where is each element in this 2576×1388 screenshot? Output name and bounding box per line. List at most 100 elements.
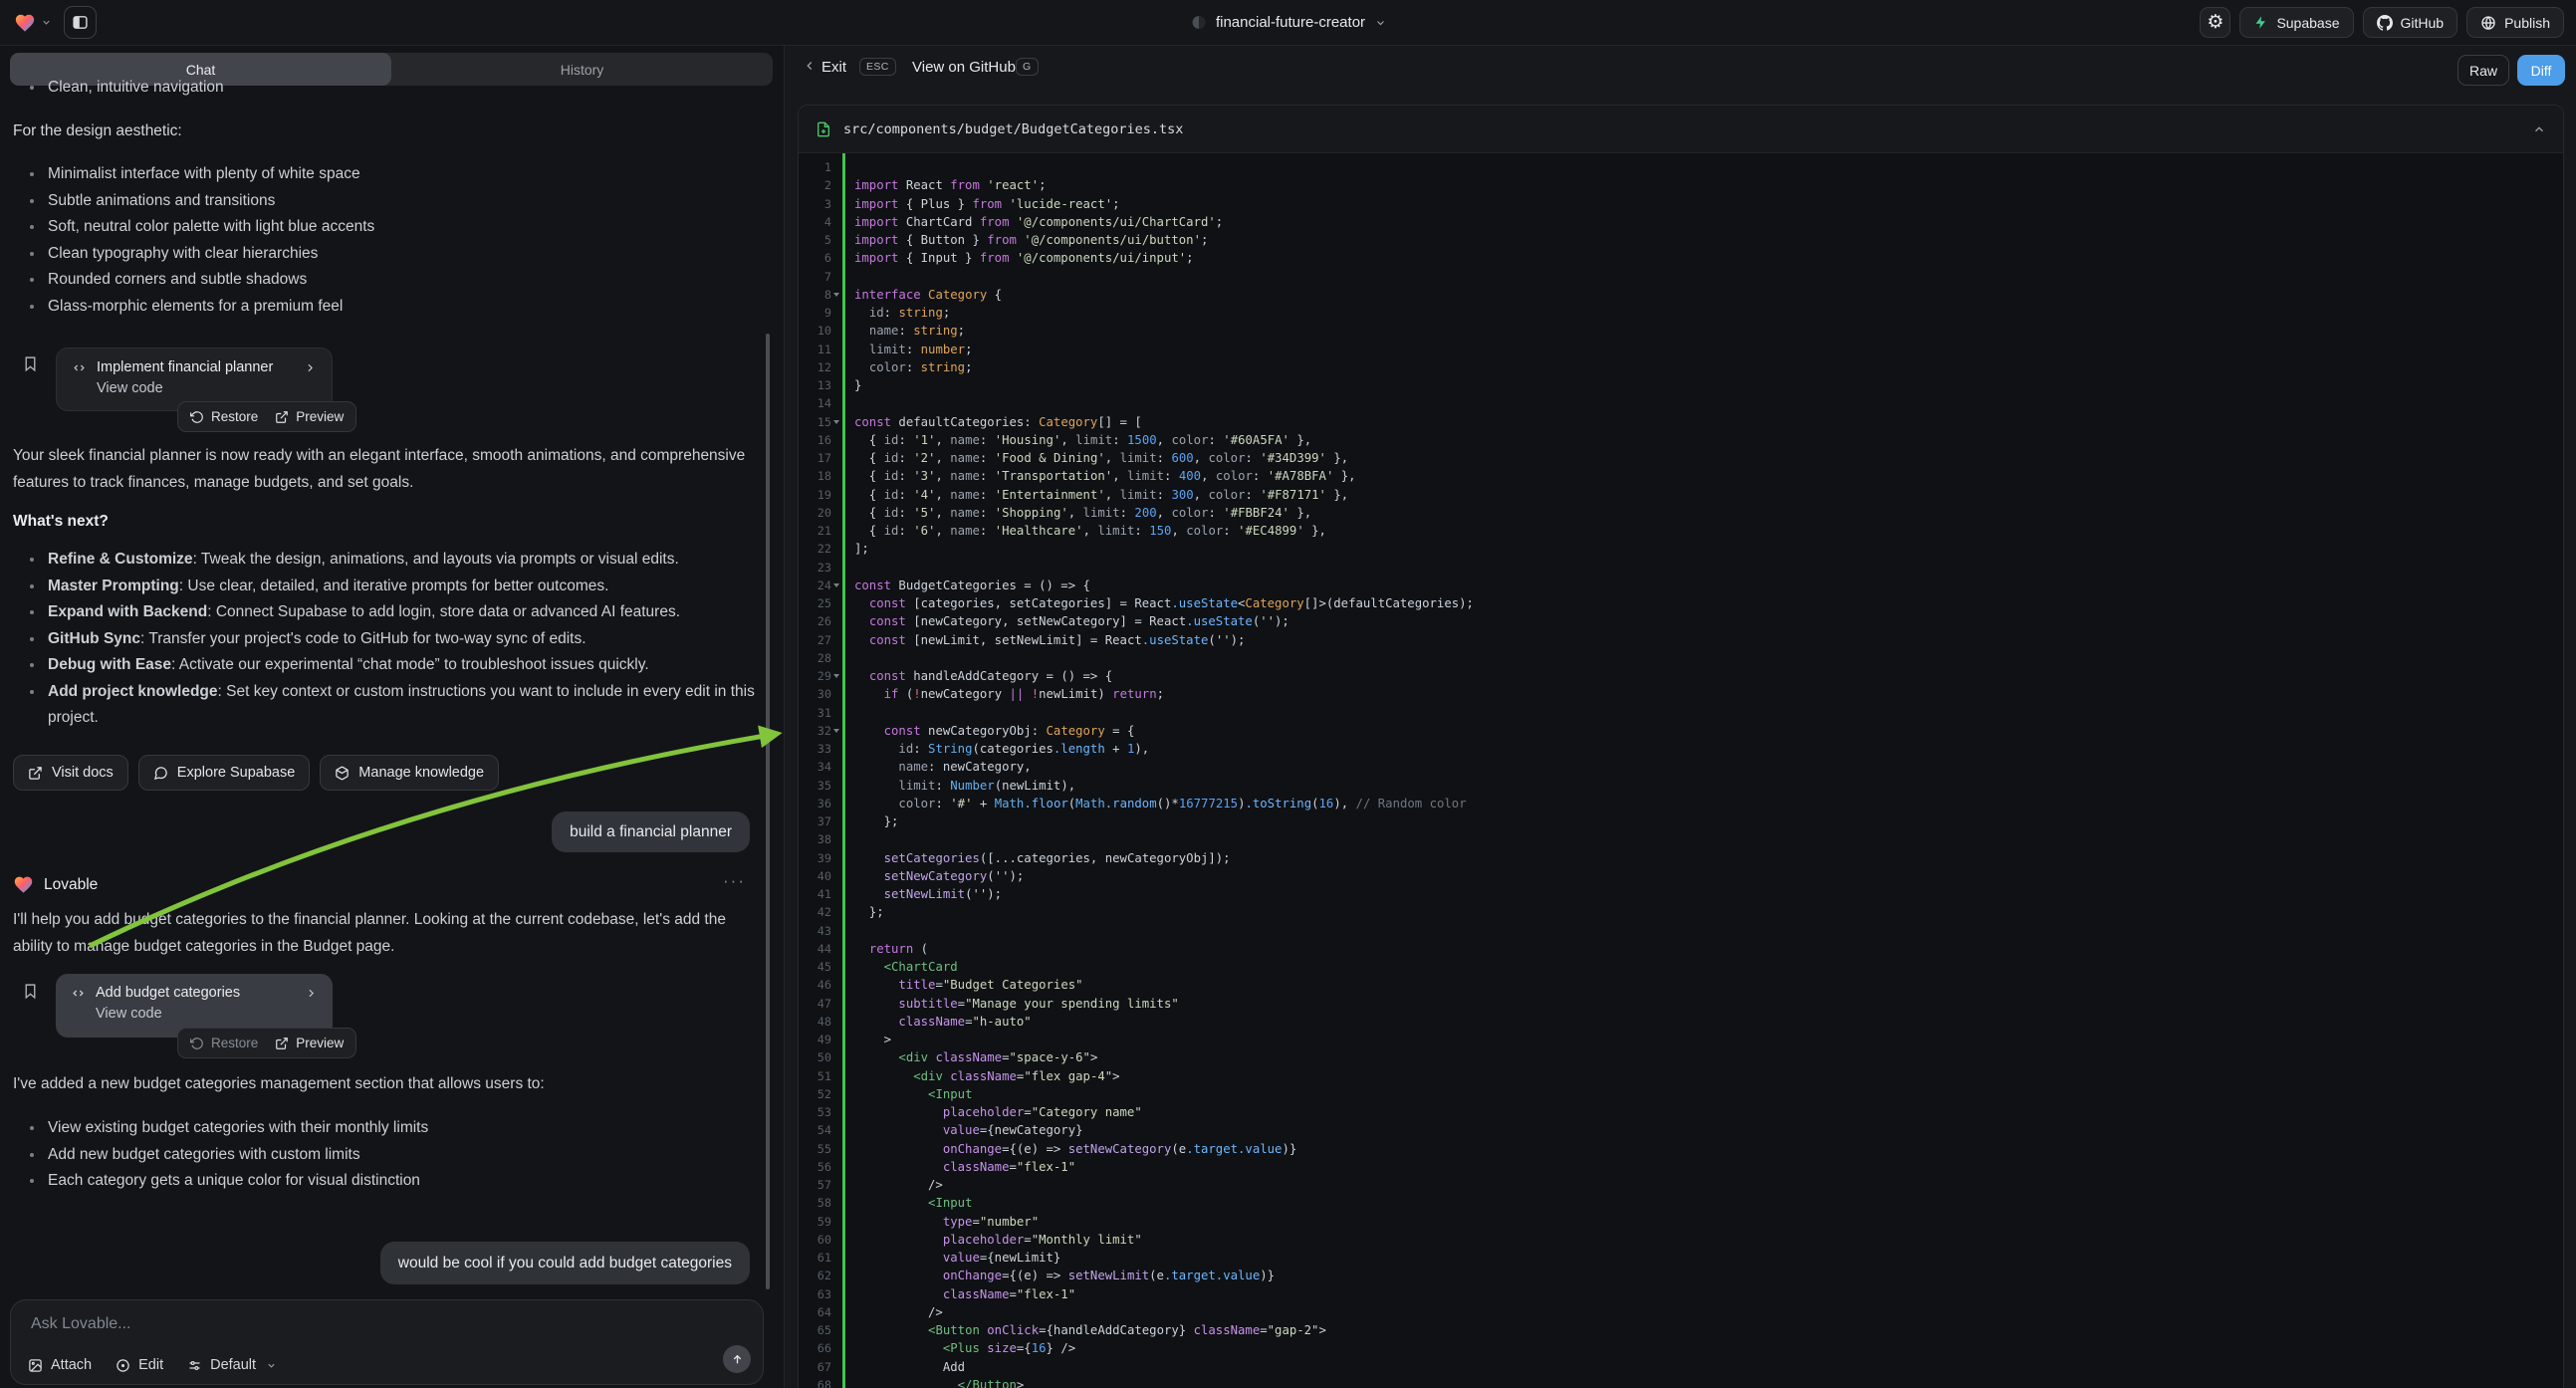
code-line: 14	[799, 394, 2563, 412]
code-line: 50 <div className="space-y-6">	[799, 1048, 2563, 1066]
globe-icon	[2480, 15, 2496, 31]
chevron-down-icon	[266, 1360, 277, 1371]
chat-input[interactable]	[29, 1314, 630, 1334]
explore-supabase-button[interactable]: Explore Supabase	[138, 755, 311, 791]
code-line: 57 />	[799, 1176, 2563, 1194]
assistant-message: I'll help you add budget categories to t…	[13, 907, 762, 960]
fold-caret-icon[interactable]	[833, 583, 839, 587]
code-line: 37 };	[799, 812, 2563, 830]
fold-caret-icon[interactable]	[833, 674, 839, 678]
toggle-sidebar-button[interactable]	[64, 6, 97, 39]
code-line: 60 placeholder="Monthly limit"	[799, 1231, 2563, 1249]
view-code-link[interactable]: View code	[96, 1006, 318, 1022]
fold-caret-icon[interactable]	[833, 729, 839, 733]
github-icon	[2377, 15, 2393, 31]
code-line: 53 placeholder="Category name"	[799, 1103, 2563, 1121]
logo-menu-caret-icon[interactable]	[41, 17, 52, 28]
code-line: 67 Add	[799, 1358, 2563, 1376]
code-line: 5import { Button } from '@/components/ui…	[799, 231, 2563, 249]
project-switcher[interactable]: financial-future-creator	[1190, 0, 1386, 45]
list-item: Debug with Ease: Activate our experiment…	[30, 652, 767, 679]
bookmark-icon[interactable]	[22, 983, 39, 1000]
restore-button[interactable]: Restore	[190, 1036, 258, 1050]
code-line: 68 </Button>	[799, 1376, 2563, 1388]
code-line: 35 limit: Number(newLimit),	[799, 777, 2563, 795]
settings-button[interactable]: ⚙	[2200, 7, 2230, 38]
image-icon	[28, 1358, 43, 1373]
list-item: View existing budget categories with the…	[30, 1115, 767, 1142]
chat-panel[interactable]: Chat History Clean, intuitive navigation…	[0, 45, 784, 1388]
list-item: Add new budget categories with custom li…	[30, 1142, 767, 1169]
code-line: 19 { id: '4', name: 'Entertainment', lim…	[799, 486, 2563, 504]
manage-knowledge-button[interactable]: Manage knowledge	[320, 755, 499, 791]
code-icon	[71, 986, 86, 1001]
list-item: Soft, neutral color palette with light b…	[30, 214, 754, 241]
code-viewer-panel: Exit ESC View on GitHub G Raw Diff src/c…	[784, 45, 2576, 1388]
list-item: Add project knowledge: Set key context o…	[30, 679, 767, 732]
file-header[interactable]: src/components/budget/BudgetCategories.t…	[799, 106, 2563, 153]
list-item: Clean, intuitive navigation	[30, 75, 744, 102]
code-line: 34 name: newCategory,	[799, 758, 2563, 776]
code-line: 58 <Input	[799, 1194, 2563, 1212]
chevron-left-icon[interactable]	[803, 59, 817, 73]
code-line: 12 color: string;	[799, 358, 2563, 376]
diff-toggle-button[interactable]: Diff	[2517, 55, 2565, 86]
code-line: 62 onChange={(e) => setNewLimit(e.target…	[799, 1267, 2563, 1284]
code-line: 16 { id: '1', name: 'Housing', limit: 15…	[799, 431, 2563, 449]
code-line: 49 >	[799, 1031, 2563, 1048]
restore-preview-toolbar: Restore Preview	[177, 1028, 356, 1058]
restore-button[interactable]: Restore	[190, 409, 258, 424]
fold-caret-icon[interactable]	[833, 293, 839, 297]
whats-next-list: Refine & Customize: Tweak the design, an…	[30, 547, 767, 732]
chat-bubble-icon	[153, 766, 168, 781]
project-name: financial-future-creator	[1216, 14, 1365, 31]
visit-docs-button[interactable]: Visit docs	[13, 755, 128, 791]
code-line: 54 value={newCategory}	[799, 1121, 2563, 1139]
code-line: 22];	[799, 540, 2563, 558]
send-button[interactable]	[723, 1345, 751, 1373]
code-line: 59 type="number"	[799, 1213, 2563, 1231]
supabase-icon	[2253, 15, 2268, 30]
file-path: src/components/budget/BudgetCategories.t…	[843, 121, 1183, 137]
supabase-button[interactable]: Supabase	[2239, 7, 2353, 38]
code-line: 64 />	[799, 1303, 2563, 1321]
design-bullet-list: Minimalist interface with plenty of whit…	[30, 161, 754, 320]
exit-button[interactable]: Exit	[821, 59, 846, 76]
code-line: 42 };	[799, 903, 2563, 921]
lovable-logo-icon[interactable]	[14, 12, 36, 34]
edit-button[interactable]: Edit	[116, 1357, 163, 1373]
list-item: Refine & Customize: Tweak the design, an…	[30, 547, 767, 574]
code-line: 47 subtitle="Manage your spending limits…	[799, 995, 2563, 1013]
code-line: 30 if (!newCategory || !newLimit) return…	[799, 685, 2563, 703]
preview-button[interactable]: Preview	[275, 1036, 344, 1050]
code-line: 20 { id: '5', name: 'Shopping', limit: 2…	[799, 504, 2563, 522]
message-menu-icon[interactable]: ···	[723, 871, 746, 891]
view-code-link[interactable]: View code	[97, 380, 317, 396]
external-link-icon	[28, 766, 43, 781]
raw-toggle-button[interactable]: Raw	[2458, 55, 2509, 86]
view-on-github-button[interactable]: View on GitHub	[912, 59, 1016, 76]
chevron-up-icon[interactable]	[2532, 122, 2546, 136]
code-line: 7	[799, 268, 2563, 286]
code-line: 25 const [categories, setCategories] = R…	[799, 594, 2563, 612]
code-line: 66 <Plus size={16} />	[799, 1339, 2563, 1357]
preview-button[interactable]: Preview	[275, 409, 344, 424]
file-added-icon	[816, 121, 831, 137]
publish-button[interactable]: Publish	[2466, 7, 2564, 38]
fold-caret-icon[interactable]	[833, 420, 839, 424]
code-line: 38	[799, 830, 2563, 848]
bookmark-icon[interactable]	[22, 355, 39, 372]
sliders-icon	[187, 1358, 202, 1373]
code-line: 52 <Input	[799, 1085, 2563, 1103]
chat-scrollbar[interactable]	[766, 334, 770, 1289]
code-line: 32 const newCategoryObj: Category = {	[799, 722, 2563, 740]
code-line: 13}	[799, 376, 2563, 394]
github-button[interactable]: GitHub	[2363, 7, 2459, 38]
code-line: 17 { id: '2', name: 'Food & Dining', lim…	[799, 449, 2563, 467]
attach-button[interactable]: Attach	[28, 1357, 92, 1373]
mode-selector[interactable]: Default	[187, 1357, 277, 1373]
whats-next-heading: What's next?	[13, 513, 109, 531]
code-line: 65 <Button onClick={handleAddCategory} c…	[799, 1321, 2563, 1339]
code-card[interactable]: src/components/budget/BudgetCategories.t…	[798, 105, 2564, 1388]
design-heading: For the design aesthetic:	[13, 118, 182, 145]
